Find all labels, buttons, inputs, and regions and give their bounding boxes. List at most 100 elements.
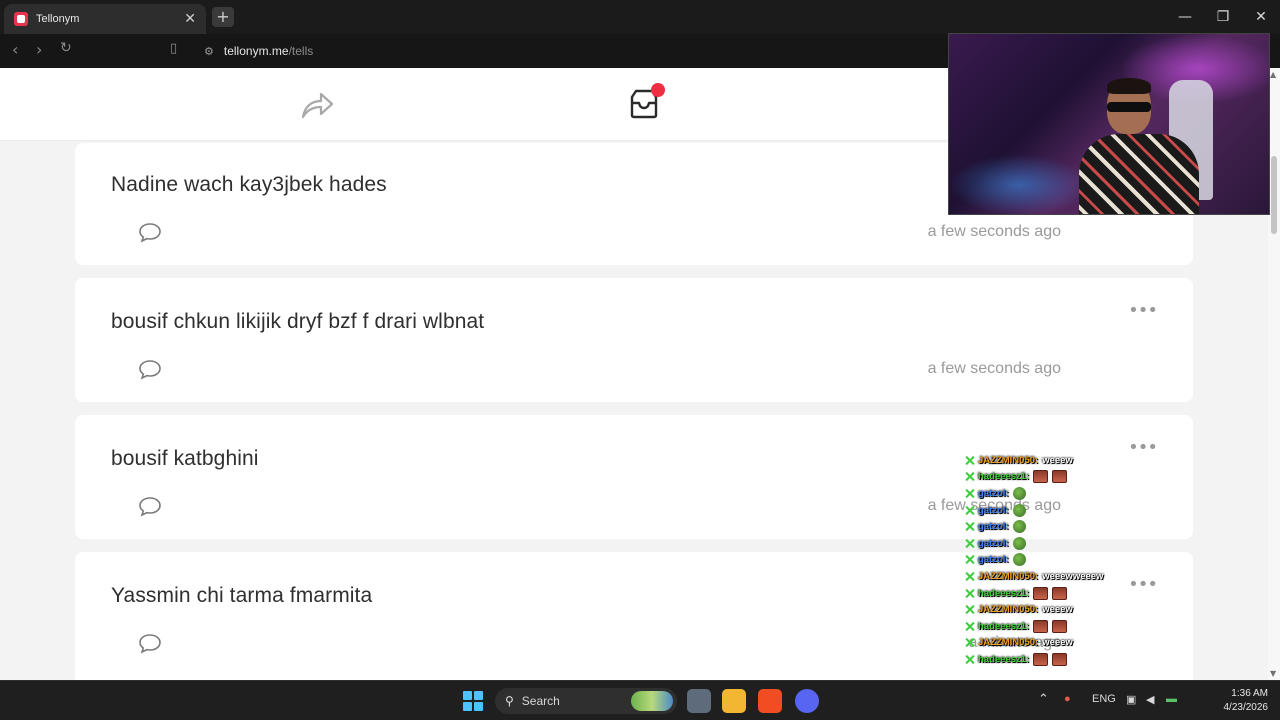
- chat-badge-icon: [965, 589, 974, 598]
- chat-username: gatzol:: [978, 537, 1009, 549]
- search-label: Search: [521, 694, 560, 708]
- reply-bubble-icon[interactable]: [137, 358, 163, 380]
- streamer-shirt: [1079, 134, 1199, 214]
- chat-message: hadeeesz1:: [962, 618, 1162, 635]
- chat-badge-icon: [965, 555, 974, 564]
- microphone-icon[interactable]: ●: [1064, 693, 1071, 705]
- tell-text: Yassmin chi tarma fmarmita: [111, 584, 373, 607]
- webcam-overlay: [948, 33, 1270, 215]
- emote-icon: [1052, 619, 1068, 633]
- tell-text: Nadine wach kay3jbek hades: [111, 173, 387, 196]
- reply-bubble-icon[interactable]: [137, 221, 163, 243]
- chat-message: JAZZMIN050: weeew: [962, 635, 1162, 652]
- streamer: [1079, 78, 1199, 214]
- url-path: /tells: [288, 44, 314, 58]
- chat-badge-icon: [965, 456, 974, 465]
- chat-badge-icon: [965, 472, 974, 481]
- windows-taskbar: ⚲ Search ⌃ ● ENG ▣ ◀ ▬ 1:36 AM 4/23/2026: [0, 680, 1280, 720]
- volume-icon[interactable]: ◀: [1146, 693, 1154, 706]
- battery-icon[interactable]: ▬: [1166, 693, 1177, 705]
- chat-badge-icon: [965, 655, 974, 664]
- close-window-button[interactable]: ✕: [1242, 0, 1280, 34]
- chat-badge-icon: [965, 522, 974, 531]
- minimize-button[interactable]: —: [1166, 0, 1204, 34]
- frog-emote-icon: [1012, 520, 1026, 534]
- chat-badge-icon: [965, 622, 974, 631]
- chat-username: hadeeesz1:: [978, 587, 1030, 599]
- taskbar-search[interactable]: ⚲ Search: [495, 688, 677, 714]
- notification-dot: [651, 83, 665, 97]
- frog-emote-icon: [1012, 536, 1026, 550]
- chat-message: hadeeesz1:: [962, 585, 1162, 602]
- chat-message: hadeeesz1:: [962, 651, 1162, 668]
- scroll-up-icon[interactable]: ▲: [1270, 70, 1276, 79]
- emote-icon: [1052, 652, 1068, 666]
- webcam-light: [949, 154, 1089, 214]
- emote-icon: [1052, 470, 1068, 484]
- tell-timestamp: a few seconds ago: [927, 223, 1061, 240]
- tell-card[interactable]: ••• bousif chkun likijik dryf bzf f drar…: [75, 278, 1193, 402]
- chat-username: JAZZMIN050:: [978, 454, 1039, 466]
- clock-time: 1:36 AM: [1231, 688, 1268, 699]
- emote-icon: [1033, 652, 1049, 666]
- url-host: tellonym.me: [223, 44, 289, 58]
- chat-username: JAZZMIN050:: [978, 604, 1039, 616]
- clock-date: 4/23/2026: [1223, 702, 1269, 713]
- chat-badge-icon: [965, 638, 974, 647]
- chat-badge-icon: [965, 506, 974, 515]
- chat-message: JAZZMIN050: weeew: [962, 601, 1162, 618]
- task-view-icon[interactable]: [687, 689, 711, 713]
- emote-icon: [1033, 470, 1049, 484]
- network-icon[interactable]: ▣: [1126, 693, 1136, 706]
- tab-close-icon[interactable]: ✕: [184, 11, 196, 27]
- bookmark-icon[interactable]: ▯: [170, 41, 177, 56]
- chat-text: weeew: [1042, 454, 1073, 466]
- tray-overflow-icon[interactable]: ⌃: [1038, 691, 1049, 707]
- chat-text: weeew: [1042, 637, 1073, 649]
- frog-emote-icon: [1012, 503, 1026, 517]
- chat-username: hadeeesz1:: [978, 620, 1030, 632]
- chat-message: gatzol:: [962, 535, 1162, 552]
- url-field[interactable]: ⚙ tellonym.me/tells: [194, 39, 954, 63]
- back-icon[interactable]: ‹: [12, 40, 18, 59]
- scroll-down-icon[interactable]: ▼: [1270, 669, 1276, 678]
- emote-icon: [1033, 586, 1049, 600]
- share-icon[interactable]: [299, 89, 335, 121]
- reply-bubble-icon[interactable]: [137, 632, 163, 654]
- new-tab-button[interactable]: +: [212, 7, 234, 27]
- chat-username: hadeeesz1:: [978, 471, 1030, 483]
- chat-badge-icon: [965, 572, 974, 581]
- scroll-thumb[interactable]: [1271, 156, 1277, 234]
- chat-message: gatzol:: [962, 485, 1162, 502]
- brave-browser-icon[interactable]: [758, 689, 782, 713]
- chat-username: hadeeesz1:: [978, 653, 1030, 665]
- reload-icon[interactable]: ↻: [60, 40, 72, 56]
- forward-icon[interactable]: ›: [36, 40, 42, 59]
- chat-message: JAZZMIN050: weeew: [962, 452, 1162, 469]
- chat-message: gatzol:: [962, 518, 1162, 535]
- chat-message: gatzol:: [962, 552, 1162, 569]
- language-indicator[interactable]: ENG: [1092, 693, 1116, 705]
- taskbar-clock[interactable]: 1:36 AM 4/23/2026: [1188, 687, 1269, 715]
- reply-bubble-icon[interactable]: [137, 495, 163, 517]
- chat-text: weeew: [1042, 604, 1073, 616]
- frog-emote-icon: [1012, 486, 1026, 500]
- chat-badge-icon: [965, 539, 974, 548]
- file-explorer-icon[interactable]: [722, 689, 746, 713]
- chat-username: gatzol:: [978, 521, 1009, 533]
- more-options-icon[interactable]: •••: [1128, 300, 1158, 321]
- sunglasses: [1107, 102, 1151, 112]
- chat-username: JAZZMIN050:: [978, 570, 1039, 582]
- chat-message: JAZZMIN050: weeewweeew: [962, 568, 1162, 585]
- restore-button[interactable]: ❐: [1204, 0, 1242, 34]
- stream-chat-overlay: JAZZMIN050: weeew hadeeesz1: gatzol: gatzol:…: [962, 452, 1162, 668]
- tell-text: bousif katbghini: [111, 447, 259, 470]
- chat-badge-icon: [965, 489, 974, 498]
- site-settings-icon[interactable]: ⚙: [204, 45, 214, 58]
- browser-tab[interactable]: Tellonym ✕: [4, 4, 206, 34]
- tell-timestamp: a few seconds ago: [927, 360, 1061, 377]
- tab-title: Tellonym: [36, 13, 80, 25]
- streamer-hair: [1107, 78, 1151, 94]
- discord-icon[interactable]: [795, 689, 819, 713]
- windows-start-icon[interactable]: [463, 691, 483, 711]
